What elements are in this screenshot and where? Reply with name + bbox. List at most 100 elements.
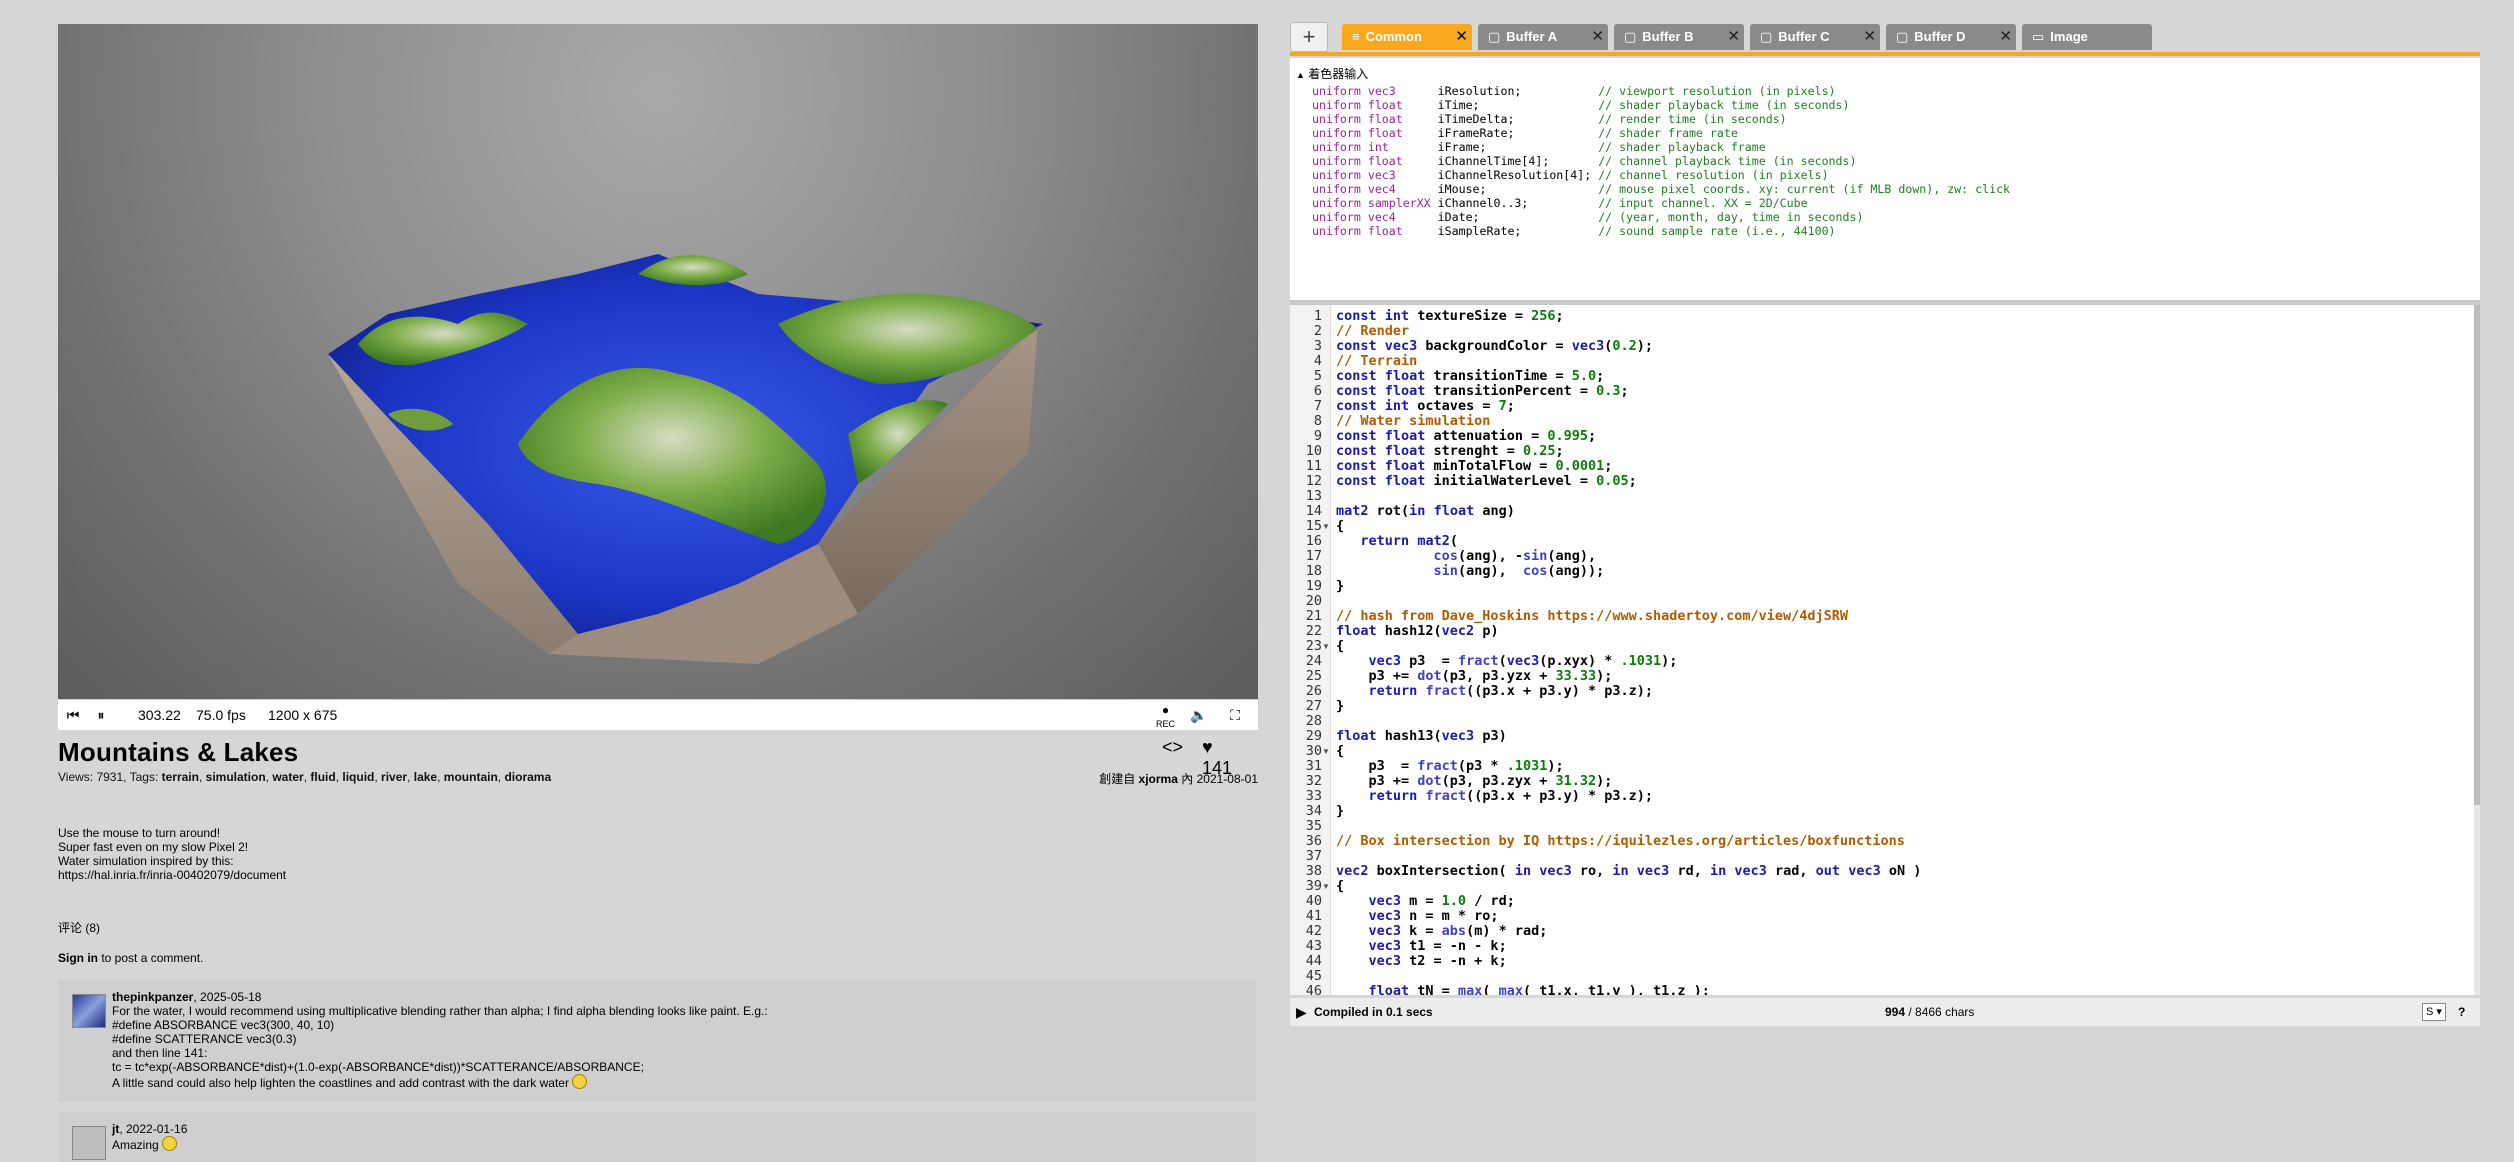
author-link[interactable]: xjorma [1139,772,1178,786]
line-number: 3 [1313,338,1322,354]
avatar[interactable] [72,1126,106,1160]
uniform-name: iMouse; [1430,182,1599,196]
code-line: const float initialWaterLevel = 0.05; [1336,473,1637,489]
embed-icon[interactable]: <> [1162,737,1183,758]
close-icon[interactable]: ✕ [1455,24,1468,50]
tab-buffer-c[interactable]: ▢ Buffer C ✕ [1750,24,1880,50]
uniform-comment: // shader frame rate [1598,126,1738,140]
line-number: 13 [1305,488,1322,504]
shader-description: Use the mouse to turn around! Super fast… [58,826,286,882]
line-number: 34 [1305,803,1322,819]
tag-link[interactable]: fluid [310,770,335,784]
plus-icon: + [1302,24,1316,49]
buffer-icon: ▢ [1488,29,1501,44]
shader-canvas[interactable] [58,24,1258,699]
tag-link[interactable]: water [272,770,303,784]
line-number: 24 [1305,653,1322,669]
comment-line: For the water, I would recommend using m… [112,1004,768,1018]
fullscreen-icon[interactable]: ⛶ [1224,700,1246,730]
uniform-name: iTime; [1430,98,1599,112]
comment-user[interactable]: thepinkpanzer [112,990,193,1004]
compile-button[interactable]: ▶ [1296,998,1307,1027]
help-button[interactable]: ? [2458,998,2465,1026]
tag-link[interactable]: river [381,770,407,784]
editor-scroll-thumb[interactable] [2474,305,2480,805]
uniform-comment: // (year, month, day, time in seconds) [1598,210,1864,224]
heart-icon: ♥ [1202,737,1213,757]
tab-image[interactable]: ▭ Image [2022,24,2152,50]
uniform-type: uniform float [1312,154,1431,168]
fold-icon[interactable]: ▼ [1322,879,1330,894]
line-number: 12 [1305,473,1322,489]
fold-icon[interactable]: ▼ [1322,744,1330,759]
uniform-comment: // render time (in seconds) [1598,112,1787,126]
line-number: 8 [1313,413,1322,429]
line-number: 16 [1305,533,1322,549]
volume-icon[interactable]: 🔈 [1188,700,1210,730]
line-number: 37 [1305,848,1322,864]
avatar[interactable] [72,994,106,1028]
line-number: 40 [1305,893,1322,909]
line-number: 38 [1305,863,1322,879]
signin-link[interactable]: Sign in [58,951,98,965]
tab-buffer-b[interactable]: ▢ Buffer B ✕ [1614,24,1744,50]
line-number: 33 [1305,788,1322,804]
uniform-type: uniform float [1312,112,1431,126]
line-number: 19 [1305,578,1322,594]
line-number: 4 [1313,353,1322,369]
close-icon[interactable]: ✕ [1999,24,2012,50]
pause-icon[interactable]: ⏸ [90,700,112,730]
code-line: p3 += dot(p3, p3.yzx + 33.33); [1336,668,1613,684]
comment-line: Amazing [112,1138,159,1152]
tag-link[interactable]: mountain [444,770,498,784]
uniform-comment: // viewport resolution (in pixels) [1598,84,1836,98]
font-size-select[interactable]: S ▾ [2422,1003,2446,1021]
tag-link[interactable]: lake [414,770,437,784]
code-line: vec3 p3 = fract(vec3(p.xyx) * .1031); [1368,653,1678,669]
tag-link[interactable]: terrain [162,770,199,784]
tag-link[interactable]: simulation [206,770,266,784]
tab-buffer-d[interactable]: ▢ Buffer D ✕ [1886,24,2016,50]
code-line: } [1336,578,1345,594]
record-button[interactable]: ● REC [1156,703,1175,733]
views-text: Views: 7931, Tags: [58,770,162,784]
line-number: 21 [1305,608,1322,624]
add-tab-button[interactable]: + [1290,22,1328,52]
uniform-line: uniform float iSampleRate; // sound samp… [1312,224,2010,238]
fold-icon[interactable]: ▼ [1322,639,1330,654]
line-number: 15 [1305,518,1322,534]
shader-inputs-toggle[interactable]: ▲ 着色器输入 [1296,65,1368,82]
comment-date: , 2025-05-18 [193,990,262,1004]
tag-link[interactable]: diorama [504,770,551,784]
code-editor[interactable]: 1 2 3 4 5 6 7 8 9 10 11 12 13 14 15 ▼ 16 17 18 19 20 21 22 23 ▼ 2… [1290,305,2480,995]
close-icon[interactable]: ✕ [1727,24,1740,50]
uniform-type: uniform samplerXX [1312,196,1431,210]
line-number: 43 [1305,938,1322,954]
code-line: } [1336,803,1345,819]
line-number: 39 [1305,878,1322,894]
record-icon: ● [1161,703,1170,717]
line-number: 11 [1305,458,1322,474]
code-line: const float strenght = 0.25; [1336,443,1564,459]
close-icon[interactable]: ✕ [1591,24,1604,50]
tab-common[interactable]: ≡ Common ✕ [1342,24,1472,50]
description-line: Use the mouse to turn around! [58,826,221,840]
tab-label: Common [1365,29,1422,44]
rewind-icon[interactable]: ⏮ [62,700,84,730]
shader-meta: Views: 7931, Tags: terrain, simulation, … [58,770,552,784]
uniform-name: iChannelResolution[4]; [1430,168,1599,182]
time-readout: 303.22 [138,707,181,723]
line-number: 20 [1305,593,1322,609]
line-number: 29 [1305,728,1322,744]
close-icon[interactable]: ✕ [1863,24,1876,50]
tag-link[interactable]: liquid [342,770,374,784]
fold-icon[interactable]: ▼ [1322,519,1330,534]
uniform-type: uniform float [1312,126,1431,140]
tab-buffer-a[interactable]: ▢ Buffer A ✕ [1478,24,1608,50]
line-number: 6 [1313,383,1322,399]
description-link[interactable]: https://hal.inria.fr/inria-00402079/docu… [58,868,286,882]
line-number: 35 [1305,818,1322,834]
code-line: vec3 t1 = -n - k; [1368,938,1507,954]
line-number: 14 [1305,503,1322,519]
description-line: Water simulation inspired by this: [58,854,234,868]
